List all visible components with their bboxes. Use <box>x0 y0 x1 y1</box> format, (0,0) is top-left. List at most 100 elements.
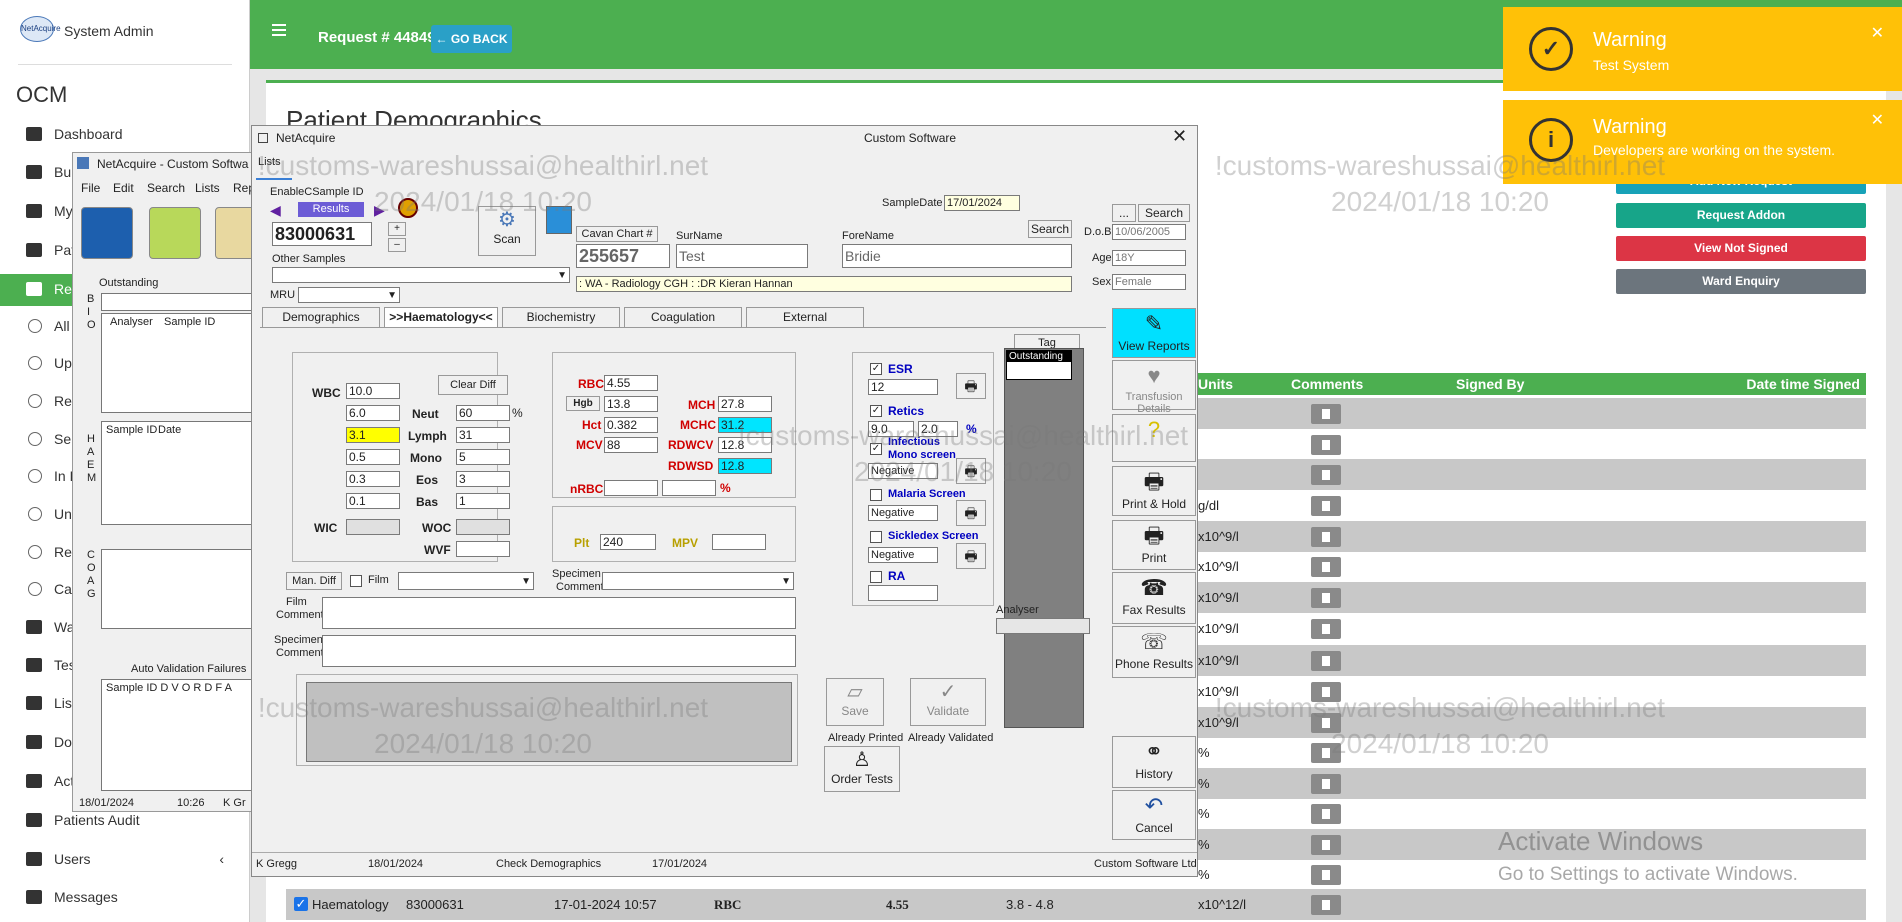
close-icon[interactable]: ✕ <box>1871 110 1884 130</box>
print-esr-icon[interactable]: 🖶 <box>956 373 986 399</box>
comment-icon[interactable] <box>1311 496 1341 516</box>
clear-diff-button[interactable]: Clear Diff <box>438 375 508 395</box>
comment-icon[interactable] <box>1311 588 1341 608</box>
save-button[interactable]: ▱ Save <box>826 678 884 726</box>
comment-icon[interactable] <box>1311 804 1341 824</box>
bas-pct-input[interactable]: 1 <box>456 493 510 509</box>
validate-button[interactable]: ✓ Validate <box>910 678 986 726</box>
analyser-input[interactable] <box>996 618 1090 634</box>
lymph-abs-input[interactable]: 3.1 <box>346 427 400 443</box>
sidebar-item-messages[interactable]: Messages <box>0 882 250 914</box>
tag-list[interactable] <box>1004 348 1084 728</box>
chart-number-input[interactable]: 255657 <box>576 244 670 268</box>
decrement-button[interactable]: – <box>388 238 406 252</box>
specimen-comment-select[interactable]: ▼ <box>602 572 794 590</box>
tab-coagulation[interactable]: Coagulation <box>624 307 742 327</box>
hct-input[interactable]: 0.382 <box>604 417 658 433</box>
tab-biochemistry[interactable]: Biochemistry <box>502 307 620 327</box>
mru-select[interactable]: ▼ <box>298 287 400 303</box>
wbc-input[interactable]: 10.0 <box>346 383 400 399</box>
hamburger-menu-icon[interactable] <box>272 24 286 36</box>
specimen-comment-textarea[interactable] <box>322 635 796 667</box>
tab-haematology[interactable]: >>Haematology<< <box>384 307 498 327</box>
mch-input[interactable]: 27.8 <box>718 396 772 412</box>
lymph-pct-input[interactable]: 31 <box>456 427 510 443</box>
sample-date-input[interactable]: 17/01/2024 <box>944 195 1020 211</box>
esr-input[interactable]: 12 <box>868 379 938 395</box>
ellipsis-button[interactable]: ... <box>1112 204 1136 222</box>
transfusion-details-button[interactable]: ♥ Transfusion Details <box>1112 360 1196 415</box>
hgb-label[interactable]: Hgb <box>566 396 600 411</box>
bio-field[interactable] <box>101 293 259 311</box>
cancel-button[interactable]: ↶ Cancel <box>1112 790 1196 840</box>
nrbc-abs-input[interactable] <box>604 480 658 496</box>
eos-abs-input[interactable]: 0.3 <box>346 471 400 487</box>
phone-results-button[interactable]: ☏ Phone Results <box>1112 626 1196 678</box>
microscope-toolbar-icon[interactable] <box>149 207 201 259</box>
comment-icon[interactable] <box>1311 557 1341 577</box>
sickledex-checkbox[interactable] <box>870 531 882 543</box>
mono-abs-input[interactable]: 0.5 <box>346 449 400 465</box>
tab-external[interactable]: External <box>746 307 864 327</box>
print-button[interactable]: 🖶 Print <box>1112 520 1196 570</box>
history-button[interactable]: ⚭ History <box>1112 736 1196 788</box>
view-not-signed-button[interactable]: View Not Signed <box>1616 236 1866 261</box>
nrbc-pct-input[interactable] <box>662 480 716 496</box>
order-tests-button[interactable]: ♙ Order Tests <box>824 746 900 792</box>
film-checkbox[interactable] <box>350 575 362 587</box>
esr-checkbox[interactable]: ✓ <box>870 363 882 375</box>
sidebar-item-users[interactable]: Users ‹ <box>0 844 250 876</box>
close-icon[interactable]: ✕ <box>1172 126 1187 147</box>
print-malaria-icon[interactable]: 🖶 <box>956 500 986 526</box>
menu-search[interactable]: Search <box>147 181 185 195</box>
wvf-input[interactable] <box>456 541 510 557</box>
row-checkbox[interactable]: ✓ <box>294 897 308 911</box>
film-select[interactable]: ▼ <box>398 572 534 590</box>
eos-pct-input[interactable]: 3 <box>456 471 510 487</box>
user-name[interactable]: System Admin <box>64 23 153 39</box>
mcv-input[interactable]: 88 <box>604 437 658 453</box>
malaria-checkbox[interactable] <box>870 489 882 501</box>
wic-input[interactable] <box>346 519 400 535</box>
search-button[interactable]: Search <box>1028 220 1072 238</box>
search-button-top[interactable]: Search <box>1138 204 1190 222</box>
neut-abs-input[interactable]: 6.0 <box>346 405 400 421</box>
mpv-input[interactable] <box>712 534 766 550</box>
comment-icon[interactable] <box>1311 404 1341 424</box>
comment-icon[interactable] <box>1311 435 1341 455</box>
plt-input[interactable]: 240 <box>600 534 656 550</box>
go-back-button[interactable]: ← GO BACK <box>431 25 512 53</box>
ra-checkbox[interactable] <box>870 571 882 583</box>
sickledex-input[interactable]: Negative <box>868 547 938 563</box>
comment-icon[interactable] <box>1311 651 1341 671</box>
retics-checkbox[interactable]: ✓ <box>870 405 882 417</box>
increment-button[interactable]: + <box>388 222 406 236</box>
man-diff-button[interactable]: Man. Diff <box>286 572 342 590</box>
print-sickledex-icon[interactable]: 🖶 <box>956 543 986 569</box>
haem-list[interactable]: Sample ID Date <box>101 421 259 525</box>
mono-pct-input[interactable]: 5 <box>456 449 510 465</box>
other-samples-select[interactable]: ▼ <box>272 267 570 283</box>
doctor-toolbar-icon[interactable] <box>81 207 133 259</box>
close-icon[interactable]: ✕ <box>1871 23 1884 43</box>
sidebar-item-dashboard[interactable]: Dashboard <box>0 119 250 151</box>
surname-input[interactable]: Test <box>676 244 808 268</box>
comment-icon[interactable] <box>1311 465 1341 485</box>
ra-input[interactable] <box>868 585 938 601</box>
hgb-input[interactable]: 13.8 <box>604 396 658 412</box>
malaria-input[interactable]: Negative <box>868 505 938 521</box>
ward-enquiry-button[interactable]: Ward Enquiry <box>1616 269 1866 294</box>
comment-icon[interactable] <box>1311 895 1341 915</box>
forename-input[interactable]: Bridie <box>842 244 1072 268</box>
bio-list[interactable]: Analyser Sample ID <box>101 313 259 413</box>
comment-icon[interactable] <box>1311 865 1341 885</box>
neut-pct-input[interactable]: 60 <box>456 405 510 421</box>
bas-abs-input[interactable]: 0.1 <box>346 493 400 509</box>
comment-icon[interactable] <box>1311 835 1341 855</box>
tag-outstanding-box[interactable]: Outstanding <box>1006 350 1072 380</box>
woc-input[interactable] <box>456 519 510 535</box>
rbc-input[interactable]: 4.55 <box>604 375 658 391</box>
menu-edit[interactable]: Edit <box>113 181 134 195</box>
auto-validation-list[interactable]: Sample ID D V O R D F A <box>101 679 259 791</box>
view-reports-button[interactable]: ✎ View Reports <box>1112 308 1196 358</box>
